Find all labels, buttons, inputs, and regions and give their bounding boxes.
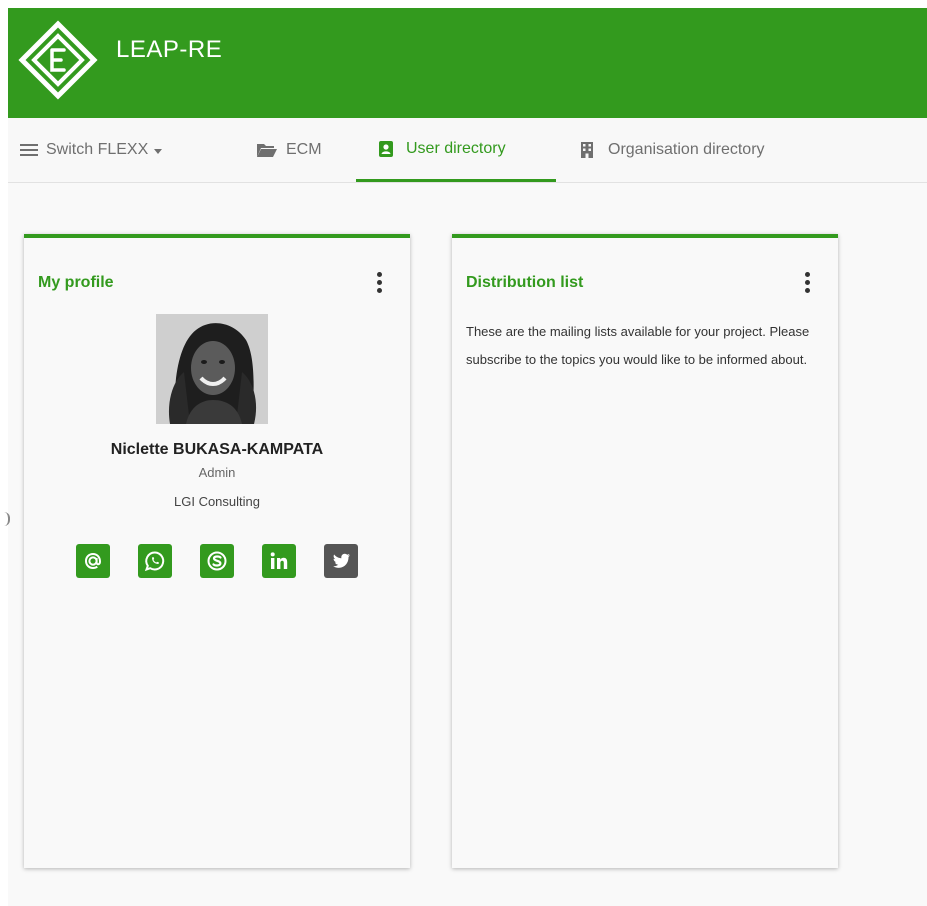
nav-user-directory-label: User directory [406,139,506,157]
email-icon[interactable] [76,544,110,578]
distribution-list-title: Distribution list [466,274,584,291]
distribution-list-description: These are the mailing lists available fo… [466,324,810,367]
nav-organisation-directory[interactable]: Organisation directory [580,118,765,182]
hamburger-menu-icon [20,144,38,156]
app-logo-icon[interactable] [18,20,98,100]
twitter-icon[interactable] [324,544,358,578]
page: LEAP-RE Switch FLEXX ECM User directory … [0,0,927,906]
app-header: LEAP-RE [8,8,927,118]
more-vertical-icon[interactable] [374,272,384,298]
chevron-down-icon [154,148,163,154]
skype-icon[interactable] [200,544,234,578]
building-icon [581,142,593,158]
app-title: LEAP-RE [116,36,223,63]
distribution-list-card: Distribution list These are the mailing … [452,234,838,868]
nav-ecm-label: ECM [286,141,322,158]
nav-organisation-directory-label: Organisation directory [608,141,765,158]
nav-ecm[interactable]: ECM [256,118,322,182]
whatsapp-icon[interactable] [138,544,172,578]
folder-open-icon [257,144,277,157]
profile-name: Niclette BUKASA-KAMPATA [110,441,324,458]
nav-switch-flexx[interactable]: Switch FLEXX [20,118,163,182]
my-profile-title: My profile [38,274,114,291]
profile-organisation: LGI Consulting [174,494,260,509]
address-book-icon [379,140,393,157]
social-links [76,544,366,578]
nav-switch-flexx-label: Switch FLEXX [46,141,149,158]
linkedin-icon[interactable] [262,544,296,578]
top-navigation: Switch FLEXX ECM User directory Organisa… [8,118,927,183]
profile-role: Admin [198,465,236,480]
my-profile-card: My profile Niclette BUKASA-KAMPATA Admin… [24,234,410,868]
avatar [156,314,268,424]
nav-user-directory[interactable]: User directory [356,118,556,182]
more-vertical-icon[interactable] [802,272,812,298]
